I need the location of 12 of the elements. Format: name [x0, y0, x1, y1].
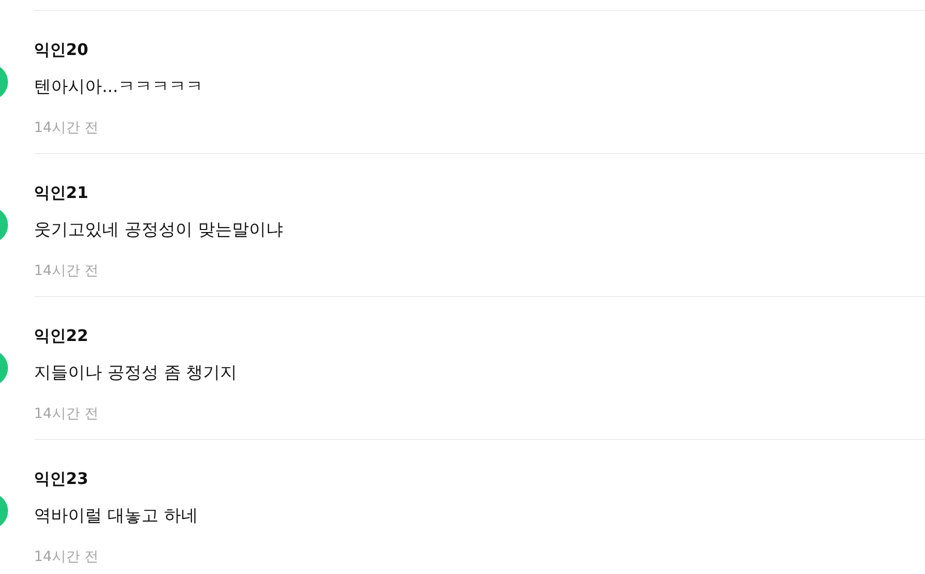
comment-time: 14시간 전: [34, 405, 98, 424]
comment-time: 14시간 전: [34, 548, 98, 567]
comment-author: 익인22: [34, 325, 88, 347]
comment-time: 14시간 전: [34, 119, 98, 138]
comment-author: 익인23: [34, 468, 88, 490]
comment-text: 역바이럴 대놓고 하네: [34, 505, 198, 528]
comment-text: 웃기고있네 공정성이 맞는말이냐: [34, 219, 283, 242]
comment-author: 익인20: [34, 39, 88, 61]
comment-time: 14시간 전: [34, 262, 98, 281]
comment-text: 지들이나 공정성 좀 챙기지: [34, 362, 238, 385]
comment-text: 텐아시아...ㅋㅋㅋㅋㅋ: [34, 76, 204, 99]
comment-author: 익인21: [34, 182, 88, 204]
